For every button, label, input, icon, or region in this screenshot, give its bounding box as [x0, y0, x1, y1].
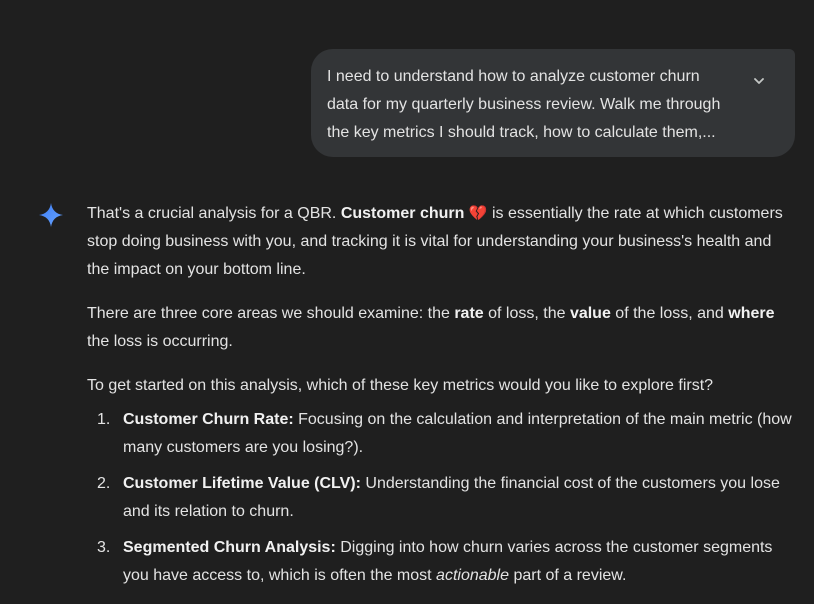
list-item-title: Segmented Churn Analysis: [123, 539, 336, 556]
list-item: 1. Customer Churn Rate: Focusing on the c… [87, 406, 795, 462]
italic-term: actionable [436, 567, 509, 584]
text-run: There are three core areas we should exa… [87, 305, 455, 322]
list-item: 3. Segmented Churn Analysis: Digging into… [87, 534, 795, 590]
assistant-response: That's a crucial analysis for a QBR. Cus… [87, 200, 795, 598]
list-number: 1. [97, 411, 111, 428]
text-run: That's a crucial analysis for a QBR. [87, 205, 341, 222]
expand-message-button[interactable] [745, 67, 773, 95]
list-item: 2. Customer Lifetime Value (CLV): Underst… [87, 470, 795, 526]
text-run: the loss is occurring. [87, 333, 233, 350]
list-item-title: Customer Lifetime Value (CLV): [123, 475, 361, 492]
gemini-sparkle-icon [39, 203, 63, 227]
response-paragraph-1: That's a crucial analysis for a QBR. Cus… [87, 200, 795, 284]
user-message-text: I need to understand how to analyze cust… [327, 68, 721, 141]
bold-term: where [728, 305, 775, 322]
list-number: 3. [97, 539, 111, 556]
text-run: of loss, the [483, 305, 570, 322]
list-item-text: part of a review. [509, 567, 627, 584]
metrics-list: 1. Customer Churn Rate: Focusing on the c… [87, 406, 795, 590]
bold-term: Customer churn [340, 205, 465, 222]
list-item-title: Customer Churn Rate: [123, 411, 294, 428]
text-run: of the loss, and [610, 305, 729, 322]
response-paragraph-2: There are three core areas we should exa… [87, 300, 795, 356]
response-paragraph-3: To get started on this analysis, which o… [87, 377, 714, 394]
broken-heart-emoji: 💔 [468, 205, 488, 222]
bold-term: value [569, 305, 611, 322]
chevron-down-icon [754, 78, 764, 84]
user-message-bubble: I need to understand how to analyze cust… [311, 49, 795, 157]
list-number: 2. [97, 475, 111, 492]
bold-term: rate [454, 305, 484, 322]
